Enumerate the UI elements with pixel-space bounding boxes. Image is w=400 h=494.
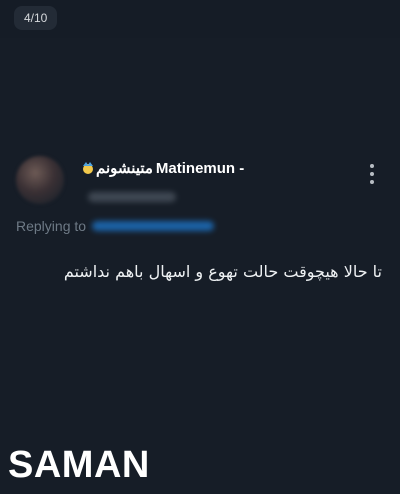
page-counter: 4/10 bbox=[14, 6, 58, 30]
display-name[interactable]: متینشونم Matinemun - bbox=[80, 158, 244, 178]
replying-to: Replying to bbox=[16, 218, 215, 234]
avatar[interactable] bbox=[16, 156, 64, 204]
tweet-text: تا حالا هیچوقت حالت تهوع و اسهال باهم ند… bbox=[63, 262, 382, 281]
emoji-icon bbox=[83, 162, 93, 174]
display-name-latin: Matinemun - bbox=[155, 159, 245, 177]
username-handle[interactable] bbox=[88, 192, 176, 202]
viewer-top-bar: 4/10 bbox=[0, 0, 400, 38]
display-name-persian: متینشونم bbox=[96, 160, 153, 177]
more-vertical-icon[interactable] bbox=[365, 162, 379, 186]
tweet-card[interactable]: متینشونم Matinemun - Replying to تا حالا… bbox=[0, 140, 400, 380]
watermark: SAMAN bbox=[8, 444, 150, 486]
replying-to-label: Replying to bbox=[16, 218, 87, 234]
replying-to-mention[interactable] bbox=[92, 221, 215, 231]
